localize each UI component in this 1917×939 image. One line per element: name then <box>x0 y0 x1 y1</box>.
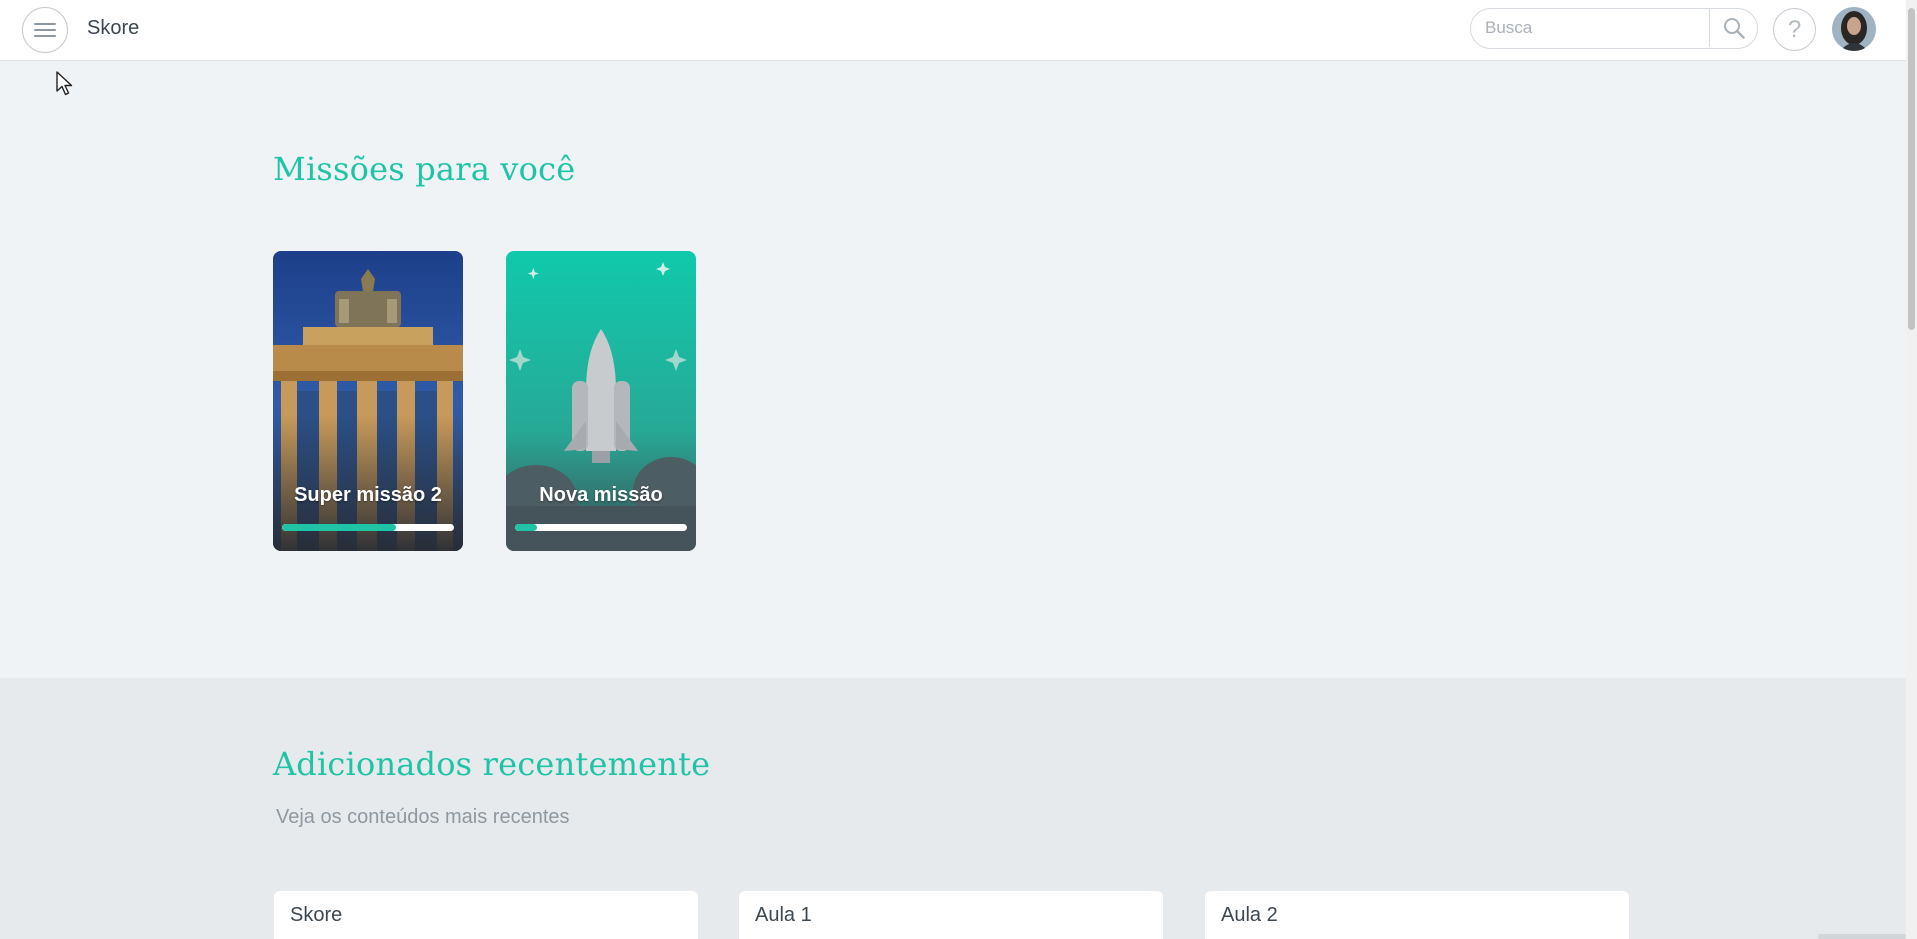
recent-subtitle: Veja os conteúdos mais recentes <box>276 806 570 828</box>
content-card[interactable]: Aula 2 <box>1205 891 1629 939</box>
mission-progress-bar <box>515 524 687 531</box>
mission-card-nova-missao[interactable]: Nova missão <box>506 251 696 551</box>
search-icon <box>1723 18 1745 39</box>
content-card[interactable]: Skore <box>274 891 698 939</box>
mission-card-super-missao-2[interactable]: Super missão 2 <box>273 251 463 551</box>
content-card-title: Aula 1 <box>755 904 812 926</box>
mission-progress-bar <box>282 524 454 531</box>
help-button[interactable]: ? <box>1773 8 1816 51</box>
search-input[interactable] <box>1471 9 1709 47</box>
vertical-scrollbar[interactable] <box>1906 0 1917 939</box>
top-bar: Skore ? <box>0 0 1906 61</box>
question-mark-icon: ? <box>1787 15 1802 43</box>
mission-progress-fill <box>282 524 396 531</box>
mouse-pointer-icon <box>56 71 73 96</box>
user-avatar[interactable] <box>1832 7 1876 51</box>
missions-title: Missões para você <box>273 150 576 188</box>
content-card[interactable]: Aula 1 <box>739 891 1163 939</box>
horizontal-scroll-indicator <box>1818 934 1906 939</box>
mission-progress-fill <box>515 524 538 531</box>
mission-card-title: Nova missão <box>539 484 663 506</box>
recent-title: Adicionados recentemente <box>273 745 711 783</box>
scrollbar-thumb[interactable] <box>1908 8 1915 330</box>
menu-button[interactable] <box>22 7 68 53</box>
app-name[interactable]: Skore <box>87 17 139 40</box>
search-button[interactable] <box>1709 9 1757 47</box>
hamburger-menu-icon <box>34 23 56 37</box>
content-card-title: Aula 2 <box>1221 904 1278 926</box>
content-card-title: Skore <box>290 904 343 926</box>
search-box <box>1470 8 1758 49</box>
mission-card-title: Super missão 2 <box>294 484 442 506</box>
